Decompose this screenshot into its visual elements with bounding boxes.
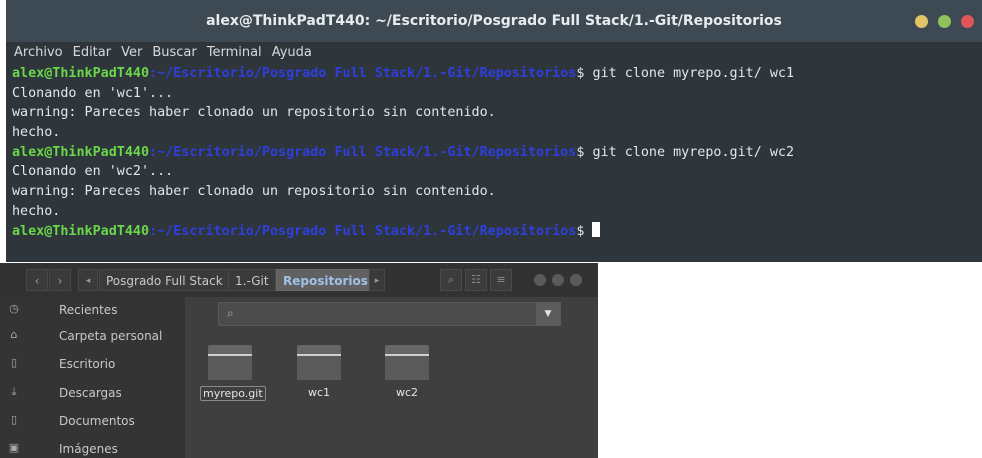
documents-folder-icon: ▯ (10, 413, 18, 426)
terminal-line: alex@ThinkPadT440:~/Escritorio/Posgrado … (12, 64, 982, 84)
clock-icon: ◷ (9, 302, 19, 315)
terminal-output[interactable]: alex@ThinkPadT440:~/Escritorio/Posgrado … (6, 63, 982, 241)
terminal-cursor (592, 221, 601, 237)
prompt-path: :~/Escritorio/Posgrado Full Stack/1.-Git… (149, 223, 577, 239)
fm-close-button[interactable] (570, 274, 582, 286)
terminal-title: alex@ThinkPadT440: ~/Escritorio/Posgrado… (206, 13, 782, 29)
folder-icon (385, 345, 429, 380)
file-view[interactable]: ⌕ ▼ myrepo.git wc1 wc2 (185, 297, 598, 458)
terminal-titlebar[interactable]: alex@ThinkPadT440: ~/Escritorio/Posgrado… (6, 0, 982, 42)
prompt-symbol: $ (576, 144, 593, 160)
prompt-user: alex@ThinkPadT440 (12, 66, 150, 81)
sidebar-item-label: Documentos (59, 414, 135, 428)
folder-label: wc1 (307, 386, 331, 399)
folder-wc1[interactable]: wc1 (289, 345, 349, 399)
chevron-down-icon: ▼ (544, 309, 552, 319)
maximize-button[interactable] (938, 15, 951, 28)
sidebar-item-label: Recientes (59, 303, 118, 317)
menu-ayuda[interactable]: Ayuda (272, 42, 312, 63)
fm-maximize-button[interactable] (552, 274, 564, 286)
folder-icon (297, 345, 341, 380)
breadcrumb-scroll-left[interactable]: ◂ (78, 269, 98, 291)
breadcrumb-repositorios[interactable]: Repositorios (276, 269, 375, 291)
file-manager-header: ‹ › ◂ Posgrado Full Stack 1.-Git Reposit… (0, 263, 598, 297)
prompt-symbol: $ (576, 223, 593, 239)
terminal-line: warning: Pareces haber clonado un reposi… (12, 105, 496, 121)
prompt-user: alex@ThinkPadT440 (12, 144, 150, 160)
menu-terminal[interactable]: Terminal (207, 42, 262, 63)
prompt-user: alex@ThinkPadT440 (12, 223, 150, 239)
terminal-line: alex@ThinkPadT440:~/Escritorio/Posgrado … (12, 221, 982, 242)
menu-button[interactable]: ≡ (490, 269, 512, 291)
menu-editar[interactable]: Editar (73, 42, 112, 63)
search-button[interactable]: ⌕ (440, 269, 462, 291)
sidebar-item-label: Descargas (59, 386, 122, 400)
back-button[interactable]: ‹ (26, 269, 48, 291)
minimize-button[interactable] (915, 15, 928, 28)
prompt-path: :~/Escritorio/Posgrado Full Stack/1.-Git… (149, 66, 577, 81)
terminal-line: alex@ThinkPadT440:~/Escritorio/Posgrado … (12, 143, 982, 163)
image-icon: ▣ (8, 441, 20, 454)
fm-minimize-button[interactable] (534, 274, 546, 286)
hamburger-menu-icon: ≡ (496, 273, 506, 286)
chevron-left-icon: ‹ (34, 274, 40, 288)
command-text: git clone myrepo.git/ wc1 (592, 66, 795, 81)
folder-icon (208, 345, 252, 380)
sidebar-item-documentos[interactable]: ▯ Documentos (0, 408, 185, 435)
folder-label: myrepo.git (200, 386, 266, 401)
terminal-menubar: Archivo Editar Ver Buscar Terminal Ayuda (6, 42, 982, 63)
triangle-left-icon: ◂ (85, 276, 91, 286)
search-options-dropdown[interactable]: ▼ (536, 303, 560, 325)
window-controls (915, 15, 974, 28)
prompt-path: :~/Escritorio/Posgrado Full Stack/1.-Git… (149, 144, 577, 160)
folder-wc2[interactable]: wc2 (377, 345, 437, 399)
file-manager-window[interactable]: ‹ › ◂ Posgrado Full Stack 1.-Git Reposit… (0, 263, 598, 458)
sidebar-item-descargas[interactable]: ⤓ Descargas (0, 380, 185, 407)
sidebar-item-imagenes[interactable]: ▣ Imágenes (0, 436, 185, 458)
search-input[interactable] (245, 305, 529, 325)
search-icon: ⌕ (447, 273, 455, 286)
download-icon: ⤓ (11, 385, 17, 398)
folder-myrepo-git[interactable]: myrepo.git (200, 345, 266, 401)
file-manager-sidebar: ◷ Recientes ⌂ Carpeta personal ▯ Escrito… (0, 297, 185, 458)
command-text: git clone myrepo.git/ wc2 (592, 144, 795, 160)
view-toggle-button[interactable]: ☷ (465, 269, 487, 291)
home-icon: ⌂ (10, 328, 18, 341)
breadcrumb-git[interactable]: 1.-Git (228, 269, 276, 291)
prompt-symbol: $ (576, 66, 593, 81)
triangle-right-icon: ▸ (374, 276, 380, 286)
menu-buscar[interactable]: Buscar (152, 42, 196, 63)
sidebar-item-label: Imágenes (59, 442, 118, 456)
forward-button[interactable]: › (49, 269, 71, 291)
search-bar[interactable]: ⌕ ▼ (218, 302, 561, 326)
sidebar-item-recientes[interactable]: ◷ Recientes (0, 297, 185, 324)
desktop-folder-icon: ▯ (10, 356, 18, 369)
terminal-line: hecho. (12, 125, 61, 141)
menu-archivo[interactable]: Archivo (14, 42, 63, 63)
chevron-right-icon: › (57, 274, 63, 288)
sidebar-item-escritorio[interactable]: ▯ Escritorio (0, 351, 185, 378)
close-button[interactable] (961, 15, 974, 28)
terminal-line: warning: Pareces haber clonado un reposi… (12, 184, 496, 200)
list-view-icon: ☷ (471, 273, 481, 286)
terminal-window[interactable]: alex@ThinkPadT440: ~/Escritorio/Posgrado… (6, 0, 982, 262)
terminal-line: hecho. (12, 203, 61, 219)
sidebar-item-label: Escritorio (59, 357, 116, 371)
terminal-line: Clonando en 'wc1'... (12, 85, 174, 101)
sidebar-item-carpeta-personal[interactable]: ⌂ Carpeta personal (0, 323, 185, 350)
menu-ver[interactable]: Ver (121, 42, 142, 63)
breadcrumb-scroll-right[interactable]: ▸ (369, 269, 385, 291)
terminal-line: Clonando en 'wc2'... (12, 164, 174, 180)
sidebar-item-label: Carpeta personal (59, 329, 163, 343)
folder-label: wc2 (395, 386, 419, 399)
breadcrumb-posgrado[interactable]: Posgrado Full Stack (99, 269, 230, 291)
search-icon: ⌕ (227, 306, 234, 320)
